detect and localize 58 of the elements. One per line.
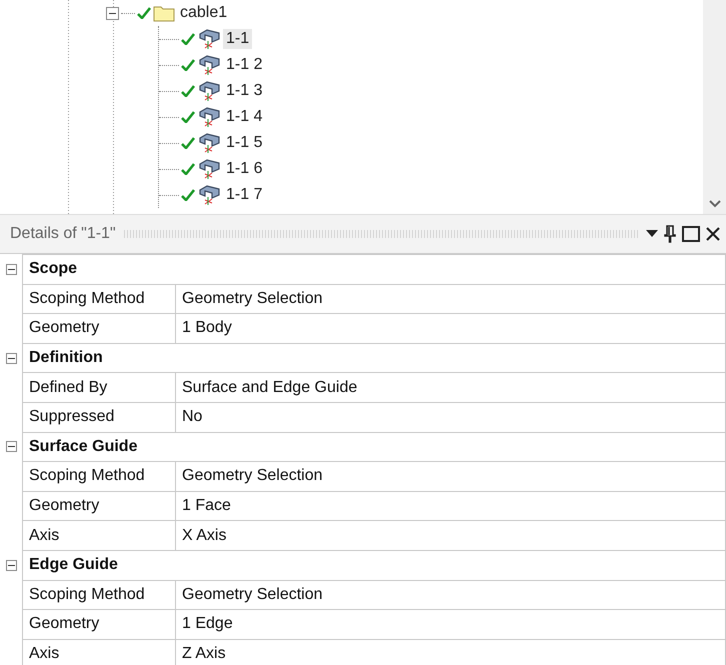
tree-item[interactable]: 1-1 2 (223, 55, 266, 75)
property-value[interactable]: 1 Edge (176, 610, 726, 640)
section-header: Scope (22, 254, 726, 284)
tree-item[interactable]: 1-1 5 (223, 133, 266, 153)
collapse-button[interactable] (6, 560, 17, 571)
property-label: Defined By (22, 372, 176, 402)
collapse-button[interactable] (6, 352, 17, 364)
folder-icon (153, 4, 175, 22)
property-label: Scoping Method (22, 462, 176, 492)
property-value[interactable]: X Axis (176, 520, 726, 550)
tree-item[interactable]: 1-1 6 (223, 159, 266, 179)
tree-item[interactable]: 1-1 (223, 29, 252, 49)
check-icon (137, 7, 151, 19)
section-header: Definition (22, 343, 726, 373)
collapse-button[interactable] (6, 264, 17, 275)
tree-item[interactable]: 1-1 3 (223, 81, 266, 101)
property-value[interactable]: Geometry Selection (176, 580, 726, 610)
collapse-button[interactable] (6, 441, 17, 452)
pin-icon[interactable] (664, 225, 676, 243)
property-label: Geometry (22, 491, 176, 521)
dropdown-icon[interactable] (646, 230, 658, 238)
property-value[interactable]: No (176, 402, 726, 432)
check-icon (181, 59, 195, 71)
property-value[interactable]: 1 Face (176, 491, 726, 521)
property-label: Axis (22, 520, 176, 550)
property-label: Axis (22, 639, 176, 665)
check-icon (181, 189, 195, 201)
property-value[interactable]: Surface and Edge Guide (176, 372, 726, 402)
tree-item[interactable]: cable1 (177, 3, 230, 23)
property-label: Scoping Method (22, 580, 176, 610)
property-label: Geometry (22, 610, 176, 640)
body-icon (197, 158, 221, 180)
body-icon (197, 106, 221, 128)
scroll-down-icon[interactable] (708, 200, 720, 208)
property-label: Geometry (22, 314, 176, 344)
property-value[interactable]: 1 Body (176, 314, 726, 344)
property-label: Suppressed (22, 402, 176, 432)
tree-item[interactable]: 1-1 4 (223, 107, 266, 127)
close-icon[interactable] (706, 227, 720, 241)
tree-item[interactable]: 1-1 7 (223, 185, 266, 205)
body-icon (197, 80, 221, 102)
panel-title: Details of "1-1" (10, 225, 116, 243)
check-icon (181, 163, 195, 175)
body-icon (197, 28, 221, 50)
maximize-icon[interactable] (682, 226, 700, 242)
body-icon (197, 132, 221, 154)
property-value[interactable]: Geometry Selection (176, 462, 726, 492)
section-header: Edge Guide (22, 550, 726, 580)
body-icon (197, 184, 221, 206)
check-icon (181, 111, 195, 123)
property-value[interactable]: Geometry Selection (176, 284, 726, 314)
body-icon (197, 54, 221, 76)
check-icon (181, 85, 195, 97)
property-label: Scoping Method (22, 284, 176, 314)
section-header: Surface Guide (22, 432, 726, 462)
check-icon (181, 137, 195, 149)
check-icon (181, 33, 195, 45)
collapse-button[interactable] (106, 6, 119, 20)
